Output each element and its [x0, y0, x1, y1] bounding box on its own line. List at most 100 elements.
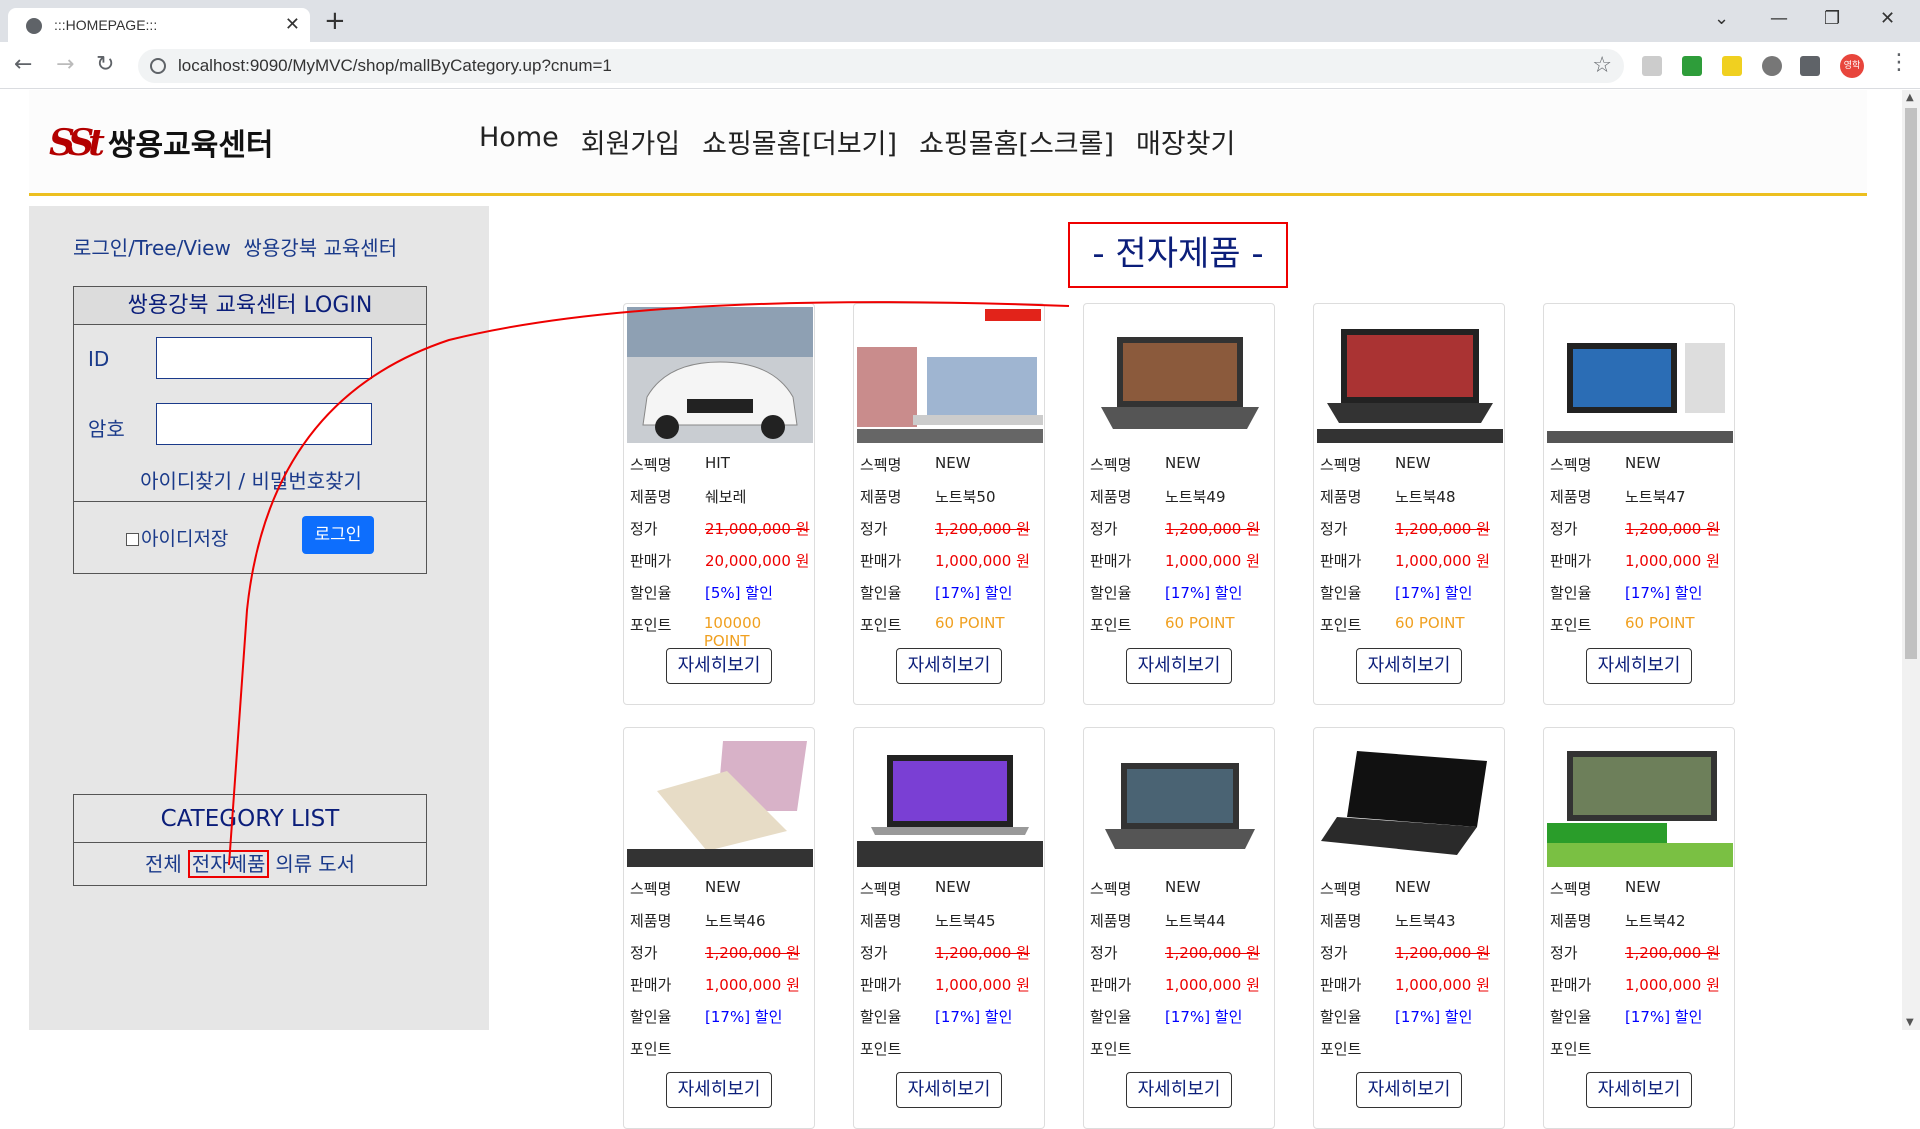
detail-button[interactable]: 자세히보기: [1126, 648, 1232, 684]
product-image[interactable]: [1317, 307, 1503, 443]
sale-row: 판매가 1,000,000 원: [630, 974, 810, 1006]
price-label: 정가: [860, 520, 888, 538]
forward-icon[interactable]: →: [56, 52, 74, 77]
info-icon[interactable]: [150, 58, 166, 74]
product-image[interactable]: [857, 731, 1043, 867]
detail-button[interactable]: 자세히보기: [1356, 1072, 1462, 1108]
product-image[interactable]: [1547, 307, 1733, 443]
point-label: 포인트: [860, 616, 902, 634]
tab-search-icon[interactable]: ⌄: [1714, 8, 1729, 29]
extension-icon[interactable]: [1642, 56, 1662, 76]
category-all[interactable]: 전체: [145, 852, 182, 876]
product-image[interactable]: [627, 731, 813, 867]
product-image[interactable]: [1547, 731, 1733, 867]
tab-title: :::HOMEPAGE:::: [54, 17, 158, 33]
detail-button[interactable]: 자세히보기: [1126, 1072, 1232, 1108]
extension-icon[interactable]: [1682, 56, 1702, 76]
close-tab-icon[interactable]: ✕: [285, 14, 300, 35]
category-clothing[interactable]: 의류: [275, 852, 312, 876]
detail-button[interactable]: 자세히보기: [666, 1072, 772, 1108]
scroll-down-icon[interactable]: ▼: [1906, 1017, 1914, 1028]
price-label: 정가: [1320, 944, 1348, 962]
address-bar[interactable]: localhost:9090/MyMVC/shop/mallByCategory…: [138, 49, 1624, 83]
category-electronics[interactable]: 전자제품: [187, 850, 270, 878]
product-card[interactable]: 스펙명 NEW 제품명 노트북47 정가 1,200,000 원 판매가 1,000,0…: [1543, 303, 1735, 705]
product-image[interactable]: [1087, 731, 1273, 867]
product-card[interactable]: 스펙명 NEW 제품명 노트북42 정가 1,200,000 원 판매가 1,000,0…: [1543, 727, 1735, 1129]
minimize-icon[interactable]: —: [1770, 8, 1788, 29]
browser-tab[interactable]: :::HOMEPAGE::: ✕: [8, 8, 310, 42]
id-input[interactable]: [156, 337, 372, 379]
original-price: 21,000,000 원: [705, 520, 810, 538]
detail-button[interactable]: 자세히보기: [896, 648, 1002, 684]
remember-id-checkbox[interactable]: 아이디저장: [126, 524, 228, 551]
price-label: 정가: [630, 944, 658, 962]
detail-button[interactable]: 자세히보기: [1356, 648, 1462, 684]
product-image[interactable]: [1087, 307, 1273, 443]
back-icon[interactable]: ←: [14, 52, 32, 77]
new-tab-icon[interactable]: +: [324, 6, 346, 36]
point-value: 60 POINT: [1625, 614, 1695, 632]
product-card[interactable]: 스펙명 HIT 제품명 쉐보레 정가 21,000,000 원 판매가 20,000,0…: [623, 303, 815, 705]
product-image[interactable]: [627, 307, 813, 443]
name-row: 제품명 노트북44: [1090, 910, 1270, 942]
product-image[interactable]: [857, 307, 1043, 443]
password-input[interactable]: [156, 403, 372, 445]
sidebar-title-link[interactable]: 쌍용강북 교육센터: [244, 236, 398, 260]
category-books[interactable]: 도서: [318, 852, 355, 876]
original-price: 1,200,000 원: [1165, 944, 1260, 962]
original-price: 1,200,000 원: [1165, 520, 1260, 538]
js-extension-icon[interactable]: [1722, 56, 1742, 76]
maximize-icon[interactable]: ❐: [1824, 8, 1840, 29]
detail-button[interactable]: 자세히보기: [1586, 1072, 1692, 1108]
browser-toolbar: ← → ↻ localhost:9090/MyMVC/shop/mallByCa…: [0, 42, 1920, 89]
find-account-link[interactable]: 아이디찾기 / 비밀번호찾기: [74, 465, 428, 494]
bookmark-star-icon[interactable]: ☆: [1592, 53, 1612, 78]
product-card[interactable]: 스펙명 NEW 제품명 노트북48 정가 1,200,000 원 판매가 1,000,0…: [1313, 303, 1505, 705]
rate-row: 할인율 [17%] 할인: [1550, 1006, 1730, 1038]
product-card[interactable]: 스펙명 NEW 제품명 노트북44 정가 1,200,000 원 판매가 1,000,0…: [1083, 727, 1275, 1129]
product-name: 노트북43: [1395, 912, 1456, 930]
product-image[interactable]: [1317, 731, 1503, 867]
close-window-icon[interactable]: ✕: [1880, 8, 1895, 29]
nav-shop-more[interactable]: 쇼핑몰홈[더보기]: [702, 122, 897, 161]
sale-price: 1,000,000 원: [1165, 976, 1260, 994]
spec-value: NEW: [1165, 878, 1201, 896]
product-specs: 스펙명 NEW 제품명 노트북43 정가 1,200,000 원 판매가 1,000,0…: [1320, 878, 1500, 1070]
menu-icon[interactable]: ⋮: [1888, 50, 1910, 75]
checkbox-icon[interactable]: [126, 533, 139, 546]
profile-avatar[interactable]: 영학: [1840, 54, 1864, 78]
product-card[interactable]: 스펙명 NEW 제품명 노트북43 정가 1,200,000 원 판매가 1,000,0…: [1313, 727, 1505, 1129]
nav-register[interactable]: 회원가입: [581, 122, 680, 161]
login-button[interactable]: 로그인: [302, 516, 374, 554]
detail-button[interactable]: 자세히보기: [896, 1072, 1002, 1108]
price-label: 정가: [1090, 944, 1118, 962]
sale-label: 판매가: [1320, 976, 1362, 994]
detail-button[interactable]: 자세히보기: [1586, 648, 1692, 684]
product-card[interactable]: 스펙명 NEW 제품명 노트북46 정가 1,200,000 원 판매가 1,000,0…: [623, 727, 815, 1129]
scroll-up-icon[interactable]: ▲: [1906, 92, 1914, 103]
scrollbar[interactable]: ▲ ▼: [1902, 90, 1920, 1030]
sale-price: 1,000,000 원: [1165, 552, 1260, 570]
nav-shop-scroll[interactable]: 쇼핑몰홈[스크롤]: [919, 122, 1114, 161]
product-card[interactable]: 스펙명 NEW 제품명 노트북50 정가 1,200,000 원 판매가 1,000,0…: [853, 303, 1045, 705]
url-text[interactable]: localhost:9090/MyMVC/shop/mallByCategory…: [178, 56, 612, 76]
product-specs: 스펙명 NEW 제품명 노트북49 정가 1,200,000 원 판매가 1,000,0…: [1090, 454, 1270, 646]
detail-button[interactable]: 자세히보기: [666, 648, 772, 684]
spec-row: 스펙명 NEW: [1550, 454, 1730, 486]
site-logo[interactable]: SSt 쌍용교육센터: [49, 120, 274, 164]
spec-value: NEW: [1165, 454, 1201, 472]
bug-icon[interactable]: [1762, 56, 1782, 76]
reload-icon[interactable]: ↻: [96, 52, 114, 77]
page: SSt 쌍용교육센터 Home 회원가입 쇼핑몰홈[더보기] 쇼핑몰홈[스크롤]…: [29, 90, 1867, 1129]
discount-rate: [17%] 할인: [1395, 1008, 1473, 1026]
nav-home[interactable]: Home: [479, 122, 559, 161]
rate-row: 할인율 [17%] 할인: [1090, 582, 1270, 614]
sale-label: 판매가: [1320, 552, 1362, 570]
spec-value: NEW: [705, 878, 741, 896]
product-card[interactable]: 스펙명 NEW 제품명 노트북45 정가 1,200,000 원 판매가 1,000,0…: [853, 727, 1045, 1129]
product-card[interactable]: 스펙명 NEW 제품명 노트북49 정가 1,200,000 원 판매가 1,000,0…: [1083, 303, 1275, 705]
puzzle-icon[interactable]: [1800, 56, 1820, 76]
scroll-thumb[interactable]: [1905, 108, 1917, 659]
nav-store-finder[interactable]: 매장찾기: [1136, 122, 1235, 161]
